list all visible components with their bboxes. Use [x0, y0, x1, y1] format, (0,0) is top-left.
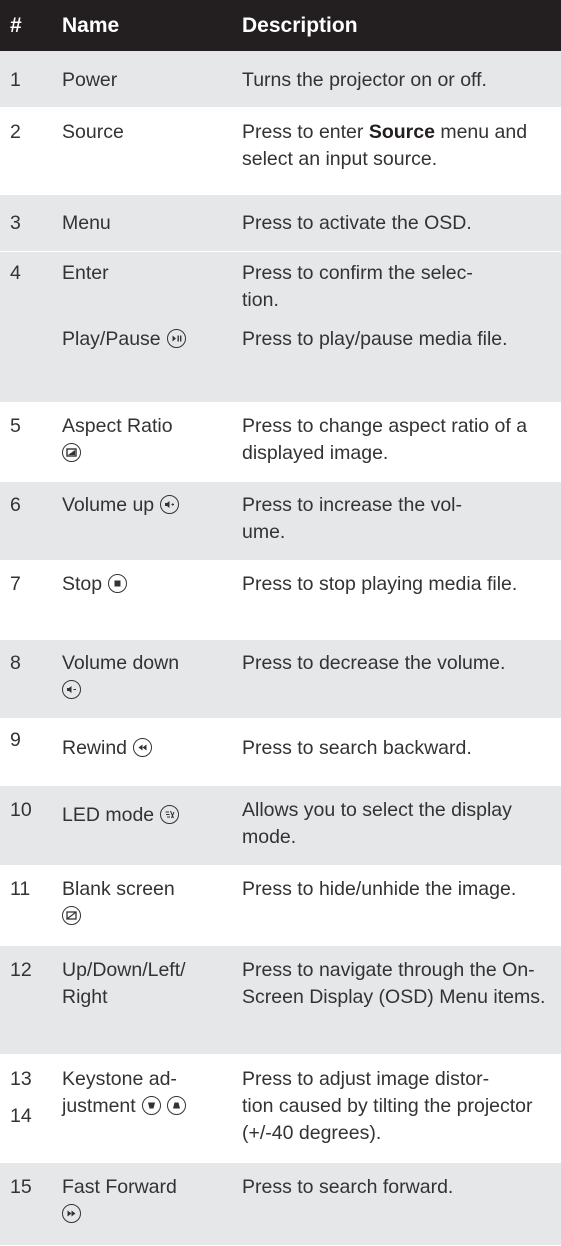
aspect-ratio-icon	[62, 443, 81, 462]
row-name: Menu	[62, 212, 111, 234]
row-name: Power	[62, 69, 118, 91]
row-name: Rewind	[62, 735, 234, 762]
row-desc: Press to activate the OSD.	[242, 212, 472, 234]
row-name: Blank screen	[62, 876, 234, 930]
fast-forward-icon	[62, 1204, 81, 1223]
row-num: 10	[10, 799, 32, 821]
table-row: 9 Rewind Press to search backward.	[0, 719, 561, 786]
table-row: 10 LED mode Allows you to select the dis…	[0, 786, 561, 866]
table-row: 2 Source Press to enter Source menu and …	[0, 108, 561, 195]
row-name: Source	[62, 121, 124, 143]
volume-down-icon	[62, 680, 81, 699]
blank-screen-icon	[62, 906, 81, 925]
row-name: Enter	[62, 262, 109, 284]
table-row: 15 Fast Forward Press to search forward.	[0, 1163, 561, 1246]
source-menu-bold: Source	[368, 121, 435, 143]
keystone-down-icon	[166, 1096, 186, 1115]
row-num: 13	[10, 1068, 32, 1090]
row-num: 1	[10, 69, 21, 91]
table-row: 7 Stop Press to stop playing media file.	[0, 561, 561, 640]
row-num: 5	[10, 415, 21, 437]
row-num: 8	[10, 652, 21, 674]
table-row: 12 Up/Down/Left/Right Press to navigate …	[0, 946, 561, 1055]
led-mode-icon	[160, 805, 180, 824]
row-num: 9	[10, 729, 21, 751]
table-row: 1 Power Turns the projector on or off.	[0, 51, 561, 108]
row-desc: Press to play/pause media file.	[242, 328, 508, 350]
row-num-secondary: 14	[10, 1105, 32, 1127]
header-description: Description	[242, 14, 358, 37]
row-name: Stop	[62, 571, 234, 598]
row-desc: Press to adjust image distor-tion caused…	[242, 1068, 533, 1144]
row-desc: Press to navigate through the On-Screen …	[242, 959, 546, 1008]
remote-buttons-table: # Name Description 1 Power Turns the pro…	[0, 0, 561, 1246]
row-num: 6	[10, 494, 21, 516]
table-row: 8 Volume down Press to decrease the volu…	[0, 640, 561, 719]
volume-up-icon	[160, 495, 180, 514]
row-desc: Press to enter Source menu and select an…	[242, 121, 528, 170]
table-row: 13 14 Keystone ad-justment Press to adju…	[0, 1055, 561, 1163]
header-num: #	[10, 14, 22, 37]
keystone-up-icon	[141, 1096, 161, 1115]
row-num: 2	[10, 121, 21, 143]
table-header: # Name Description	[0, 0, 561, 51]
header-name: Name	[62, 14, 120, 37]
row-name: Up/Down/Left/Right	[62, 959, 186, 1008]
row-desc: Press to change aspect ratio of a displa…	[242, 415, 528, 464]
row-desc: Allows you to select the display mode.	[242, 799, 512, 848]
row-num: 4	[10, 262, 21, 284]
row-name: Keystone ad-justment	[62, 1066, 234, 1120]
table-row: 4 Enter Press to confirm the selec-tion.…	[0, 252, 561, 403]
table-row: 6 Volume up Press to increase the vol-um…	[0, 482, 561, 561]
row-name: LED mode	[62, 802, 234, 829]
row-num: 7	[10, 573, 21, 595]
row-desc: Press to confirm the selec-tion.	[242, 262, 473, 311]
row-num: 3	[10, 212, 21, 234]
play-pause-icon	[166, 329, 186, 348]
row-name: Volume up	[62, 492, 234, 519]
row-desc: Press to decrease the volume.	[242, 652, 506, 674]
row-num: 11	[10, 878, 31, 900]
row-num: 12	[10, 959, 32, 981]
table-row: 11 Blank screen Press to hide/unhide the…	[0, 866, 561, 946]
rewind-icon	[133, 738, 153, 757]
row-desc: Press to increase the vol-ume.	[242, 494, 463, 543]
row-name: Aspect Ratio	[62, 413, 234, 467]
table-row: 3 Menu Press to activate the OSD.	[0, 195, 561, 252]
table-row: 5 Aspect Ratio Press to change aspect ra…	[0, 403, 561, 482]
stop-icon	[108, 574, 128, 593]
row-name: Volume down	[62, 650, 234, 704]
row-name-play-pause: Play/Pause	[62, 326, 234, 353]
row-name: Fast Forward	[62, 1174, 234, 1228]
row-desc: Press to search backward.	[242, 737, 472, 759]
row-desc: Turns the projector on or off.	[242, 69, 487, 91]
row-desc: Press to stop playing media file.	[242, 573, 518, 595]
row-desc: Press to hide/unhide the image.	[242, 878, 517, 900]
